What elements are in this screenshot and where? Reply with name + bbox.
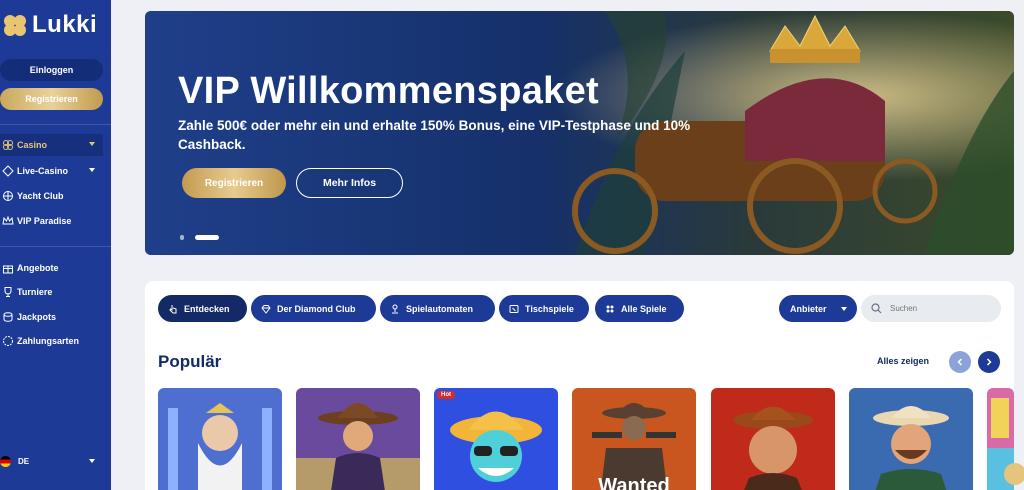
diamond-icon xyxy=(2,165,14,177)
crown-icon xyxy=(2,215,14,225)
gift-icon xyxy=(3,265,13,274)
carousel-next-button[interactable] xyxy=(978,351,1000,373)
sidebar-item-label: Turniere xyxy=(17,287,53,297)
game-card[interactable] xyxy=(296,388,420,490)
wallet-icon xyxy=(3,336,13,346)
chevron-down-icon xyxy=(841,307,847,311)
sidebar-item-label: Angebote xyxy=(17,263,59,273)
tab-tischspiele[interactable]: Tischspiele xyxy=(499,295,589,322)
cards-icon xyxy=(509,304,519,313)
tab-entdecken[interactable]: Entdecken xyxy=(158,295,247,322)
tab-label: Tischspiele xyxy=(525,303,574,314)
trophy-icon xyxy=(4,287,12,297)
game-thumbnail-tourist xyxy=(434,388,558,490)
flag-de-icon xyxy=(0,455,11,467)
provider-label: Anbieter xyxy=(790,303,827,314)
brand-logo[interactable]: Lukki xyxy=(0,8,111,42)
chevron-right-icon xyxy=(986,358,992,366)
sidebar-item-jackpots[interactable]: Jackpots xyxy=(0,306,103,328)
game-thumbnail-adventurer xyxy=(711,388,835,490)
register-button[interactable]: Registrieren xyxy=(0,88,103,110)
wheel-icon xyxy=(3,191,13,201)
tab-diamond-club[interactable]: Der Diamond Club xyxy=(251,295,376,322)
sidebar-item-zahlungsarten[interactable]: Zahlungsarten xyxy=(0,330,103,352)
tab-label: Entdecken xyxy=(184,303,230,314)
banner-title: VIP Willkommenspaket xyxy=(178,70,599,112)
joystick-icon xyxy=(392,304,398,313)
sidebar-item-vip-paradise[interactable]: VIP Paradise xyxy=(0,210,103,232)
tab-label: Alle Spiele xyxy=(621,303,667,314)
hot-badge: Hot xyxy=(437,391,455,399)
sidebar: Lukki Einloggen Registrieren Casino Live… xyxy=(0,0,111,490)
sidebar-item-label: Yacht Club xyxy=(17,191,64,201)
sidebar-item-label: Live-Casino xyxy=(17,166,69,176)
game-thumbnail-prospector xyxy=(849,388,973,490)
diamond-icon xyxy=(261,304,271,314)
banner-more-info-button[interactable]: Mehr Infos xyxy=(296,168,403,198)
chevron-left-icon xyxy=(957,358,963,366)
carousel-dot-active[interactable] xyxy=(195,235,219,240)
sidebar-item-label: Jackpots xyxy=(17,312,57,322)
sidebar-item-yacht-club[interactable]: Yacht Club xyxy=(0,185,103,207)
clover-icon xyxy=(3,140,13,150)
login-button[interactable]: Einloggen xyxy=(0,59,103,81)
games-panel: Entdecken Der Diamond Club Spielautomate… xyxy=(145,281,1014,490)
sidebar-item-label: VIP Paradise xyxy=(17,216,72,226)
coins-icon xyxy=(3,312,13,322)
chevron-down-icon xyxy=(89,142,95,146)
tab-label: Spielautomaten xyxy=(406,303,474,314)
game-card[interactable] xyxy=(849,388,973,490)
grid-icon xyxy=(606,305,614,312)
banner-subtitle: Zahle 500€ oder mehr ein und erhalte 150… xyxy=(178,118,691,152)
game-card[interactable]: Hot xyxy=(434,388,558,490)
game-card[interactable] xyxy=(711,388,835,490)
chat-support-button[interactable] xyxy=(1004,463,1024,485)
tab-alle-spiele[interactable]: Alle Spiele xyxy=(595,295,684,322)
search-input[interactable] xyxy=(890,304,980,313)
tab-label: Der Diamond Club xyxy=(277,303,356,314)
pointer-icon xyxy=(169,304,177,313)
sidebar-divider xyxy=(0,124,111,125)
sidebar-item-turniere[interactable]: Turniere xyxy=(0,281,103,303)
language-selector[interactable]: DE xyxy=(0,452,103,470)
section-title-popular: Populär xyxy=(158,352,222,371)
sidebar-divider xyxy=(0,246,111,247)
carousel-prev-button[interactable] xyxy=(949,351,971,373)
language-code: DE xyxy=(18,456,30,466)
sidebar-item-live-casino[interactable]: Live-Casino xyxy=(0,160,103,182)
provider-dropdown[interactable]: Anbieter xyxy=(779,295,857,322)
search-box[interactable] xyxy=(861,295,1001,322)
promo-banner: VIP Willkommenspaket Zahle 500€ oder meh… xyxy=(145,11,1014,255)
clover-logo-icon xyxy=(4,15,26,36)
search-icon xyxy=(871,303,882,314)
brand-name: Lukki xyxy=(32,11,98,38)
tab-spielautomaten[interactable]: Spielautomaten xyxy=(380,295,495,322)
game-card[interactable] xyxy=(158,388,282,490)
game-thumbnail-zeus xyxy=(158,388,282,490)
carousel-dot[interactable] xyxy=(180,235,184,240)
game-thumbnail-cowboy xyxy=(296,388,420,490)
game-title-overlay: Wanted xyxy=(598,475,670,490)
game-card[interactable]: Wanted xyxy=(572,388,696,490)
sidebar-item-angebote[interactable]: Angebote xyxy=(0,257,103,279)
banner-register-button[interactable]: Registrieren xyxy=(182,168,286,198)
sidebar-item-label: Casino xyxy=(17,140,48,150)
show-all-link[interactable]: Alles zeigen xyxy=(877,356,929,366)
sidebar-item-label: Zahlungsarten xyxy=(17,336,80,346)
chevron-down-icon xyxy=(89,459,95,463)
chevron-down-icon xyxy=(89,168,95,172)
sidebar-item-casino[interactable]: Casino xyxy=(0,134,103,156)
